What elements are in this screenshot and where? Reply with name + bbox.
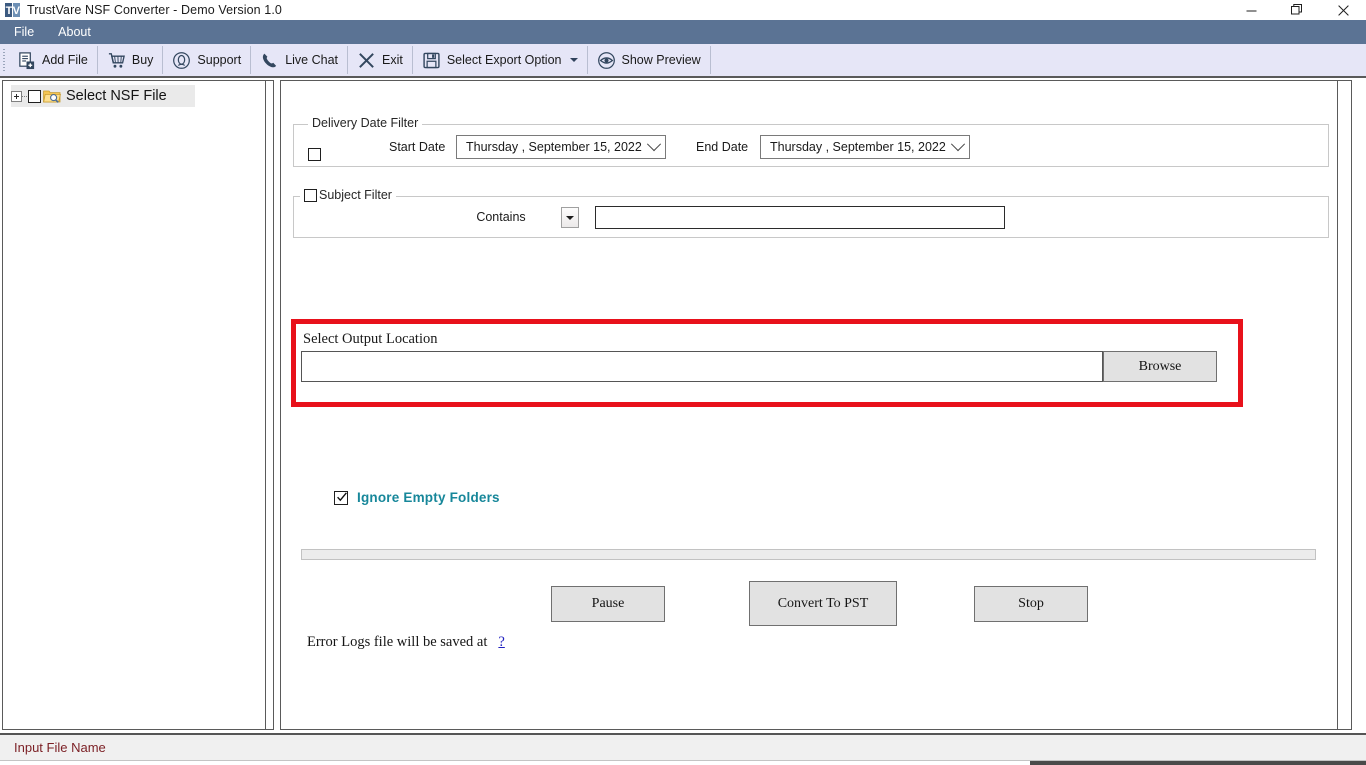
delivery-date-filter-legend-text: Delivery Date Filter bbox=[312, 116, 419, 130]
toolbar-label-support: Support bbox=[197, 53, 242, 67]
start-date-label: Start Date bbox=[389, 140, 446, 154]
headset-icon bbox=[173, 51, 191, 69]
toolbar-button-exit[interactable]: Exit bbox=[348, 45, 412, 75]
add-file-icon bbox=[19, 51, 35, 69]
ignore-empty-folders-label: Ignore Empty Folders bbox=[357, 490, 500, 505]
tree-item-label: Select NSF File bbox=[66, 88, 167, 104]
toolbar: Add File Buy Support Live Chat Exit Sele… bbox=[0, 44, 1366, 78]
subject-filter-checkbox[interactable] bbox=[304, 188, 317, 202]
folder-search-icon bbox=[43, 90, 61, 103]
pause-button[interactable]: Pause bbox=[551, 586, 665, 622]
eye-icon bbox=[597, 51, 615, 69]
toolbar-label-select-export-option: Select Export Option bbox=[446, 53, 562, 67]
close-button[interactable] bbox=[1320, 0, 1366, 20]
svg-text:V: V bbox=[13, 5, 21, 17]
status-bar-text: Input File Name bbox=[14, 740, 106, 755]
subject-filter-legend: Subject Filter bbox=[300, 188, 396, 202]
start-date-picker[interactable]: Thursday , September 15, 2022 bbox=[456, 135, 666, 159]
subject-filter-legend-text: Subject Filter bbox=[319, 188, 392, 202]
subject-filter-input[interactable] bbox=[595, 206, 1005, 229]
toolbar-button-live-chat[interactable]: Live Chat bbox=[251, 45, 347, 75]
convert-to-pst-button[interactable]: Convert To PST bbox=[749, 581, 897, 626]
error-logs-help-link[interactable]: ? bbox=[498, 634, 504, 651]
chevron-down-icon[interactable] bbox=[646, 137, 662, 152]
menu-item-about[interactable]: About bbox=[48, 22, 101, 42]
tree-connector bbox=[22, 95, 27, 97]
ignore-empty-folders-row[interactable]: Ignore Empty Folders bbox=[334, 490, 500, 505]
close-x-icon bbox=[359, 52, 374, 68]
output-location-input[interactable] bbox=[301, 351, 1103, 382]
subject-filter-condition-value[interactable]: Contains bbox=[441, 210, 561, 224]
subject-filter-condition-dropdown[interactable] bbox=[561, 207, 579, 228]
start-date-value: Thursday , September 15, 2022 bbox=[466, 140, 642, 154]
browse-button[interactable]: Browse bbox=[1103, 351, 1217, 382]
end-date-label: End Date bbox=[696, 140, 749, 154]
phone-icon bbox=[263, 53, 277, 67]
toolbar-button-add-file[interactable]: Add File bbox=[8, 45, 97, 75]
tree-item-select-nsf-file[interactable]: Select NSF File bbox=[11, 85, 195, 107]
stop-button[interactable]: Stop bbox=[974, 586, 1088, 622]
main-content-panel: Delivery Date Filter Start Date Thursday… bbox=[280, 80, 1352, 730]
cart-icon bbox=[108, 52, 125, 68]
left-panel-scroll-strip[interactable] bbox=[265, 81, 273, 729]
expand-plus-icon[interactable] bbox=[11, 90, 22, 102]
delivery-date-filter-legend: Delivery Date Filter bbox=[308, 116, 423, 130]
toolbar-button-select-export-option[interactable]: Select Export Option bbox=[413, 45, 587, 75]
chevron-down-icon[interactable] bbox=[950, 137, 966, 152]
svg-text:T: T bbox=[6, 5, 13, 17]
toolbar-label-show-preview: Show Preview bbox=[621, 53, 701, 67]
browse-button-label: Browse bbox=[1138, 358, 1182, 374]
bottom-strip-accent bbox=[1030, 761, 1366, 765]
toolbar-separator bbox=[709, 46, 711, 74]
convert-to-pst-button-label: Convert To PST bbox=[777, 595, 869, 611]
end-date-value: Thursday , September 15, 2022 bbox=[770, 140, 946, 154]
error-logs-text: Error Logs file will be saved at bbox=[307, 634, 488, 650]
menu-item-file[interactable]: File bbox=[4, 22, 44, 42]
status-bar: Input File Name bbox=[0, 733, 1366, 761]
tree-item-checkbox[interactable] bbox=[28, 89, 41, 103]
toolbar-label-buy: Buy bbox=[131, 53, 154, 67]
nsf-file-tree-panel: Select NSF File bbox=[2, 80, 274, 730]
pause-button-label: Pause bbox=[591, 596, 625, 611]
checkmark-icon bbox=[337, 491, 347, 501]
toolbar-label-exit: Exit bbox=[382, 53, 403, 67]
minimize-button[interactable] bbox=[1228, 0, 1274, 20]
toolbar-label-add-file: Add File bbox=[42, 53, 88, 67]
chevron-down-icon bbox=[566, 215, 574, 220]
stop-button-label: Stop bbox=[1018, 596, 1044, 611]
save-floppy-icon bbox=[423, 52, 440, 68]
window-controls bbox=[1228, 0, 1366, 20]
title-bar: T V TrustVare NSF Converter - Demo Versi… bbox=[0, 0, 1366, 20]
toolbar-button-support[interactable]: Support bbox=[163, 45, 250, 75]
menu-bar: File About bbox=[0, 20, 1366, 44]
ignore-empty-folders-checkbox[interactable] bbox=[334, 490, 348, 505]
end-date-picker[interactable]: Thursday , September 15, 2022 bbox=[760, 135, 970, 159]
output-location-label: Select Output Location bbox=[303, 331, 438, 347]
conversion-progress-bar bbox=[301, 549, 1316, 560]
toolbar-button-buy[interactable]: Buy bbox=[98, 45, 163, 75]
error-logs-row: Error Logs file will be saved at ? bbox=[307, 634, 505, 651]
toolbar-button-show-preview[interactable]: Show Preview bbox=[588, 45, 710, 75]
toolbar-label-live-chat: Live Chat bbox=[285, 53, 338, 67]
main-panel-scroll-strip[interactable] bbox=[1337, 81, 1351, 729]
delivery-date-filter-checkbox[interactable] bbox=[308, 148, 321, 161]
window-title: TrustVare NSF Converter - Demo Version 1… bbox=[27, 3, 282, 17]
restore-button[interactable] bbox=[1274, 0, 1320, 20]
app-logo-icon: T V bbox=[5, 2, 21, 18]
chevron-down-icon[interactable] bbox=[569, 58, 578, 62]
